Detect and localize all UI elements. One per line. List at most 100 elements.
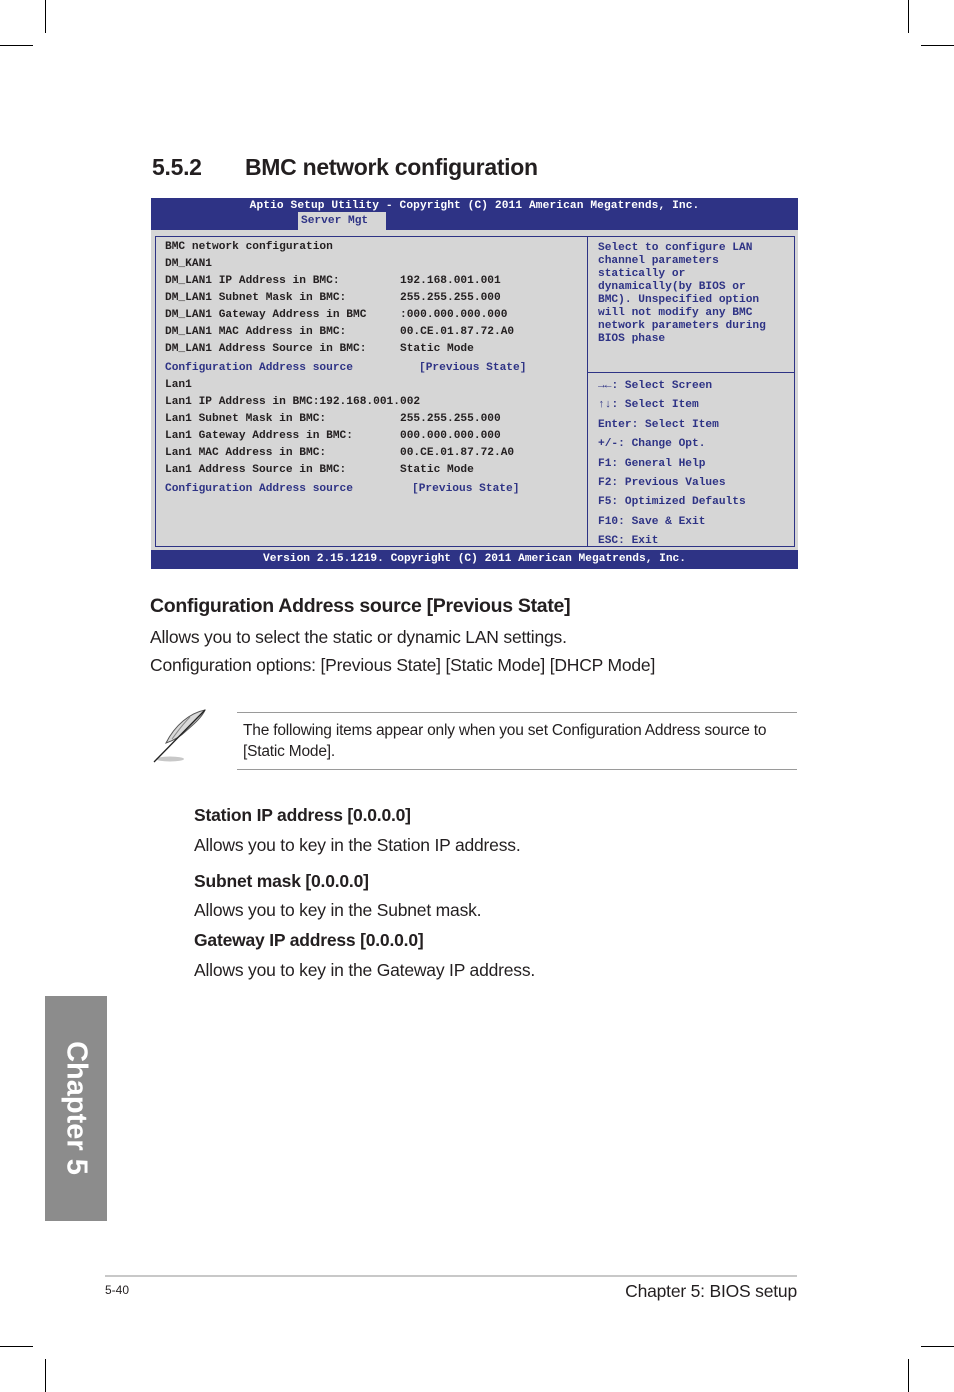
chapter-tab: Chapter 5 [45, 996, 107, 1221]
section-title-text: BMC network configuration [245, 154, 538, 180]
left-right-arrows-icon: →← [598, 380, 612, 392]
note-text: The following items appear only when you… [243, 722, 767, 760]
bios-row-label: DM_KAN1 [165, 258, 212, 270]
key-legend-text: F1: General Help [598, 457, 706, 470]
key-legend-text: F2: Previous Values [598, 476, 726, 489]
section-number: 5.5.2 [152, 154, 202, 180]
bios-header: Aptio Setup Utility - Copyright (C) 2011… [151, 198, 798, 230]
key-legend-item: +/-: Change Opt. [598, 438, 746, 457]
help-divider [588, 372, 794, 373]
bios-row-label: Lan1 Address Source in BMC: [165, 464, 347, 476]
note-bottom-rule [237, 769, 797, 770]
bios-screenshot: Aptio Setup Utility - Copyright (C) 2011… [151, 198, 798, 569]
key-legend-text: F5: Optimized Defaults [598, 496, 746, 509]
key-legend-item: F10: Save & Exit [598, 516, 746, 535]
bios-row-label: DM_LAN1 Address Source in BMC: [165, 343, 367, 355]
tab-server-mgt[interactable]: Server Mgt [298, 212, 386, 230]
bios-row-label: DM_LAN1 MAC Address in BMC: [165, 326, 347, 338]
bios-info-row: Lan1 MAC Address in BMC: 00.CE.01.87.72.A… [165, 447, 514, 459]
key-legend-item: →←: Select Screen [598, 380, 746, 399]
bios-info-row: DM_LAN1 Address Source in BMC: Static Mod… [165, 343, 474, 355]
bios-info-row: DM_KAN1 [165, 258, 212, 270]
config-source-heading: Configuration Address source [Previous S… [150, 595, 571, 617]
bios-info-row: DM_LAN1 Subnet Mask in BMC: 255.255.255.0… [165, 292, 501, 304]
feather-pen-icon [150, 707, 210, 767]
bios-info-row: Lan1 Gateway Address in BMC: 000.000.000.… [165, 430, 501, 442]
help-line: dynamically(by BIOS or [598, 281, 746, 293]
bios-settings-panel: BMC network configuration DM_KAN1 DM_LAN1 … [156, 237, 588, 546]
config-source-options: Configuration options: [Previous State] … [150, 655, 656, 675]
gateway-ip-heading: Gateway IP address [0.0.0.0] [194, 930, 424, 950]
crop-mark [0, 45, 33, 46]
bios-info-row: Lan1 Subnet Mask in BMC: 255.255.255.000 [165, 413, 501, 425]
bios-footer: Version 2.15.1219. Copyright (C) 2011 Am… [151, 550, 798, 569]
key-legend-item: F5: Optimized Defaults [598, 496, 746, 515]
bios-row-value: 00.CE.01.87.72.A0 [400, 326, 515, 338]
bios-info-row: Lan1 Address Source in BMC: Static Mode [165, 464, 474, 476]
bios-info-row: DM_LAN1 IP Address in BMC: 192.168.001.00… [165, 275, 501, 287]
config-source-description: Allows you to select the static or dynam… [150, 627, 567, 647]
bios-row-label: Lan1 Gateway Address in BMC: [165, 430, 353, 442]
bios-info-row: DM_LAN1 MAC Address in BMC: 00.CE.01.87.7… [165, 326, 514, 338]
key-legend-text: F10: Save & Exit [598, 515, 706, 528]
help-line: Select to configure LAN [598, 242, 753, 254]
chapter-tab-label: Chapter 5 [60, 1041, 93, 1175]
bios-row-label: DM_LAN1 IP Address in BMC: [165, 275, 340, 287]
bios-help-panel: Select to configure LAN channel parameter… [588, 237, 794, 547]
help-line: BMC). Unspecified option [598, 294, 760, 306]
bios-row-label: Lan1 Subnet Mask in BMC: [165, 413, 327, 425]
bios-row-label: Configuration Address source [165, 362, 353, 374]
bios-row-value: :000.000.000.000 [400, 309, 508, 321]
crop-mark [45, 0, 46, 33]
station-ip-description: Allows you to key in the Station IP addr… [194, 835, 521, 855]
bios-option-value[interactable]: [Previous State] [419, 362, 526, 374]
key-legend-item: Enter: Select Item [598, 419, 746, 438]
key-legend-text: : Select Item [611, 399, 699, 412]
help-line: statically or [598, 268, 686, 280]
help-text: Select to configure LAN channel parameter… [598, 242, 766, 346]
bios-row-label: DM_LAN1 Subnet Mask in BMC: [165, 292, 347, 304]
bios-row-label: DM_LAN1 Gateway Address in BMC [165, 309, 367, 321]
bios-row-value: 00.CE.01.87.72.A0 [400, 447, 515, 459]
bios-row-value: Static Mode [400, 464, 474, 476]
key-legend-text: : Select Screen [611, 380, 713, 392]
bios-row-label: Lan1 IP Address in BMC:192.168.001.002 [165, 396, 421, 408]
bios-option-row[interactable]: Configuration Address source [Previous St… [165, 483, 519, 495]
key-legend-item: ↑↓: Select Item [598, 399, 746, 418]
bios-info-row: Lan1 [165, 379, 192, 391]
crop-mark [908, 1359, 909, 1392]
crop-mark [908, 0, 909, 33]
note-top-rule [237, 712, 797, 713]
subnet-mask-heading: Subnet mask [0.0.0.0] [194, 871, 369, 891]
key-legend-text: ESC: Exit [598, 535, 659, 548]
bios-row-label: Configuration Address source [165, 483, 353, 495]
bios-row-value: 000.000.000.000 [400, 430, 501, 442]
bios-option-row[interactable]: Configuration Address source [Previous St… [165, 362, 526, 374]
help-line: will not modify any BMC [598, 307, 753, 319]
crop-mark [921, 1346, 954, 1347]
crop-mark [0, 1346, 33, 1347]
bios-row-value: 192.168.001.001 [400, 275, 501, 287]
help-line: network parameters during [598, 320, 766, 332]
key-legend: →←: Select Screen ↑↓: Select Item Enter: S… [598, 380, 746, 555]
bios-row-value: Static Mode [400, 343, 474, 355]
station-ip-heading: Station IP address [0.0.0.0] [194, 805, 411, 825]
key-legend-item: F2: Previous Values [598, 477, 746, 496]
footer-rule [105, 1275, 797, 1277]
gateway-ip-description: Allows you to key in the Gateway IP addr… [194, 960, 536, 980]
key-legend-item: F1: General Help [598, 458, 746, 477]
key-legend-text: Enter: Select Item [598, 418, 719, 431]
subnet-mask-description: Allows you to key in the Subnet mask. [194, 900, 482, 920]
help-line: BIOS phase [598, 333, 666, 345]
bios-row-value: 255.255.255.000 [400, 413, 501, 425]
up-down-arrows-icon: ↑↓ [598, 399, 612, 412]
bios-info-row: DM_LAN1 Gateway Address in BMC :000.000.0… [165, 309, 507, 321]
bios-info-row: BMC network configuration [165, 241, 333, 253]
crop-mark [45, 1359, 46, 1392]
help-line: channel parameters [598, 255, 719, 267]
page-number: 5-40 [105, 1283, 130, 1297]
bios-option-value[interactable]: [Previous State] [412, 483, 519, 495]
bios-row-label: BMC network configuration [165, 241, 333, 253]
bios-row-value: 255.255.255.000 [400, 292, 501, 304]
bios-row-label: Lan1 [165, 379, 192, 391]
